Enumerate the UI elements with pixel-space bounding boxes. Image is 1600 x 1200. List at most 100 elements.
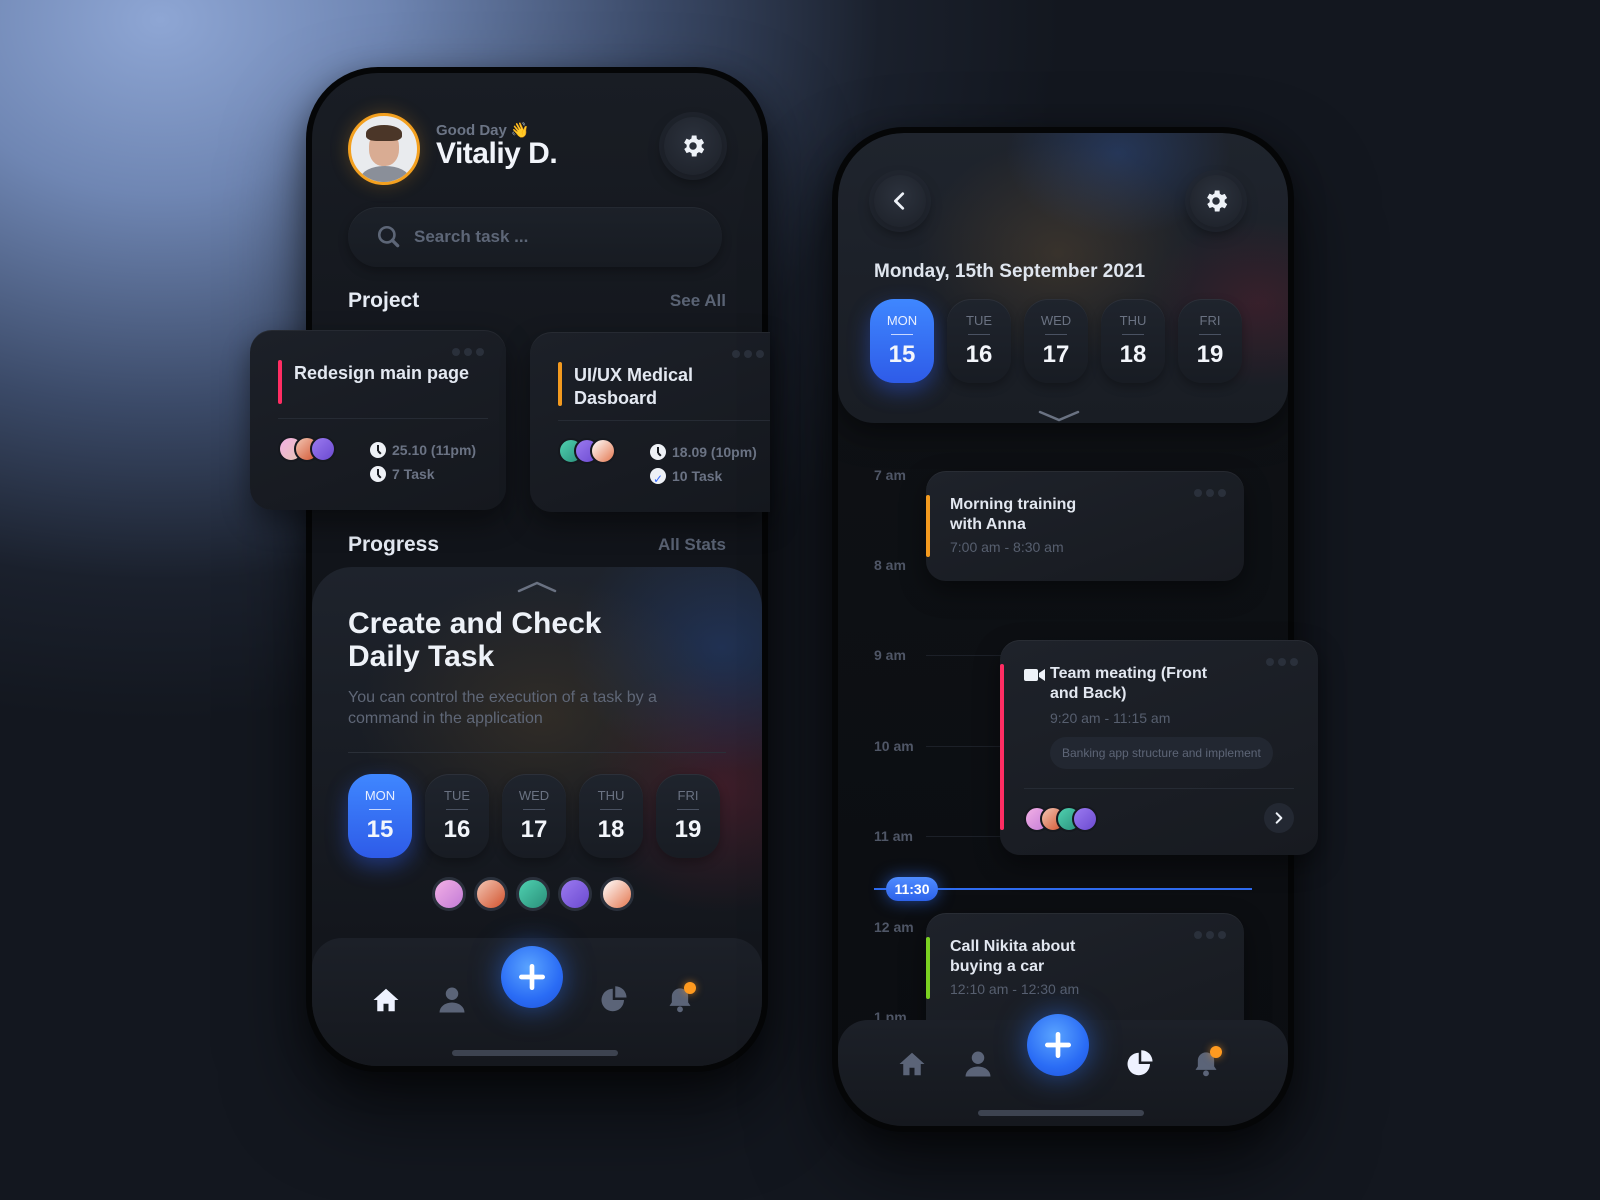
member-avatar	[1072, 806, 1098, 832]
team-avatar[interactable]	[600, 877, 634, 911]
profile-icon	[965, 1051, 991, 1077]
user-avatar[interactable]	[348, 113, 420, 185]
project-title: Redesign main page	[294, 363, 470, 383]
day-date: 18	[597, 816, 625, 843]
day-mon[interactable]: MON 15	[870, 299, 934, 383]
bottom-nav	[838, 1014, 1288, 1126]
project-task-count: 10 Task	[672, 468, 723, 484]
more-options-icon[interactable]	[1194, 489, 1226, 497]
home-icon	[899, 1052, 925, 1076]
day-bar	[891, 334, 913, 335]
day-date: 19	[674, 816, 702, 843]
day-wed[interactable]: WED 17	[1024, 299, 1088, 383]
notification-badge	[1210, 1046, 1222, 1058]
home-indicator[interactable]	[452, 1050, 618, 1056]
hour-label: 9 am	[874, 647, 906, 663]
see-all-link[interactable]: See All	[670, 291, 726, 311]
more-options-icon[interactable]	[732, 350, 764, 358]
day-date: 18	[1119, 341, 1147, 368]
more-options-icon[interactable]	[1266, 658, 1298, 666]
day-bar	[446, 809, 468, 810]
more-options-icon[interactable]	[1194, 931, 1226, 939]
back-button[interactable]	[874, 175, 926, 227]
day-date: 15	[366, 816, 394, 843]
settings-button[interactable]	[1190, 175, 1242, 227]
event-card[interactable]: Team meating (Front and Back) 9:20 am - …	[1000, 640, 1318, 855]
settings-button[interactable]	[664, 117, 722, 175]
day-thu[interactable]: THU 18	[579, 774, 643, 858]
day-thu[interactable]: THU 18	[1101, 299, 1165, 383]
project-card[interactable]: Redesign main page 25.10 (11pm) 7 Task	[250, 330, 506, 510]
day-bar	[1199, 334, 1221, 335]
home-icon	[373, 988, 399, 1012]
nav-notifications[interactable]	[662, 982, 698, 1018]
add-task-button[interactable]	[1027, 1014, 1089, 1076]
nav-profile[interactable]	[434, 982, 470, 1018]
day-tue[interactable]: TUE 16	[947, 299, 1011, 383]
chevron-up-icon[interactable]	[517, 579, 557, 593]
hour-label: 12 am	[874, 919, 914, 935]
hour-label: 10 am	[874, 738, 914, 754]
current-time-badge: 11:30	[886, 877, 938, 901]
day-mon[interactable]: MON 15	[348, 774, 412, 858]
video-camera-icon	[1024, 669, 1045, 681]
day-fri[interactable]: FRI 19	[656, 774, 720, 858]
day-name: THU	[597, 788, 625, 803]
project-section-title: Project	[348, 289, 420, 312]
event-members	[1024, 806, 1098, 832]
team-avatar[interactable]	[474, 877, 508, 911]
day-fri[interactable]: FRI 19	[1178, 299, 1242, 383]
day-bar	[677, 809, 699, 810]
day-tue[interactable]: TUE 16	[425, 774, 489, 858]
stats-icon	[601, 986, 627, 1012]
divider	[1024, 788, 1294, 789]
user-name: Vitaliy D.	[436, 137, 558, 170]
open-event-button[interactable]	[1264, 803, 1294, 833]
member-avatar	[310, 436, 336, 462]
clock-icon	[370, 466, 386, 482]
nav-notifications[interactable]	[1188, 1046, 1224, 1082]
nav-profile[interactable]	[960, 1046, 996, 1082]
panel-title: Create and Check Daily Task	[348, 607, 602, 673]
chevron-down-icon[interactable]	[1038, 409, 1080, 423]
search-input[interactable]	[414, 227, 694, 247]
team-avatar[interactable]	[432, 877, 466, 911]
day-name: TUE	[444, 788, 470, 803]
add-task-button[interactable]	[501, 946, 563, 1008]
home-indicator[interactable]	[978, 1110, 1144, 1116]
day-name: WED	[1040, 313, 1072, 328]
day-date: 16	[443, 816, 471, 843]
team-avatar[interactable]	[558, 877, 592, 911]
event-title: Team meating (Front and Back)	[1050, 665, 1208, 702]
all-stats-link[interactable]: All Stats	[658, 535, 726, 555]
schedule-screen: Monday, 15th September 2021 MON 15 TUE 16 …	[838, 133, 1288, 1126]
project-card[interactable]: UI/UX Medical Dasboard 18.09 (10pm) 10 T…	[530, 332, 770, 512]
day-date: 16	[965, 341, 993, 368]
event-card[interactable]: Morning training with Anna 7:00 am - 8:3…	[926, 471, 1244, 581]
event-time: 9:20 am - 11:15 am	[1050, 710, 1171, 726]
add-icon	[519, 964, 545, 990]
chevron-left-icon	[894, 192, 905, 210]
week-day-selector: MON 15 TUE 16 WED 17 THU 18 FRI 19	[870, 299, 1242, 383]
day-date: 19	[1196, 341, 1224, 368]
nav-home[interactable]	[894, 1046, 930, 1082]
project-members	[558, 438, 616, 464]
nav-home[interactable]	[368, 982, 404, 1018]
event-accent	[926, 495, 930, 557]
add-icon	[1045, 1032, 1071, 1058]
day-bar	[600, 809, 622, 810]
nav-stats[interactable]	[1122, 1046, 1158, 1082]
search-bar[interactable]	[348, 207, 722, 267]
day-name: MON	[364, 788, 396, 803]
nav-stats[interactable]	[596, 982, 632, 1018]
day-bar	[1045, 334, 1067, 335]
more-options-icon[interactable]	[452, 348, 484, 356]
hour-label: 8 am	[874, 557, 906, 573]
profile-icon	[439, 987, 465, 1013]
day-bar	[523, 809, 545, 810]
day-wed[interactable]: WED 17	[502, 774, 566, 858]
day-bar	[369, 809, 391, 810]
team-avatar[interactable]	[516, 877, 550, 911]
check-circle-icon	[650, 467, 666, 491]
day-name: FRI	[1199, 313, 1221, 328]
